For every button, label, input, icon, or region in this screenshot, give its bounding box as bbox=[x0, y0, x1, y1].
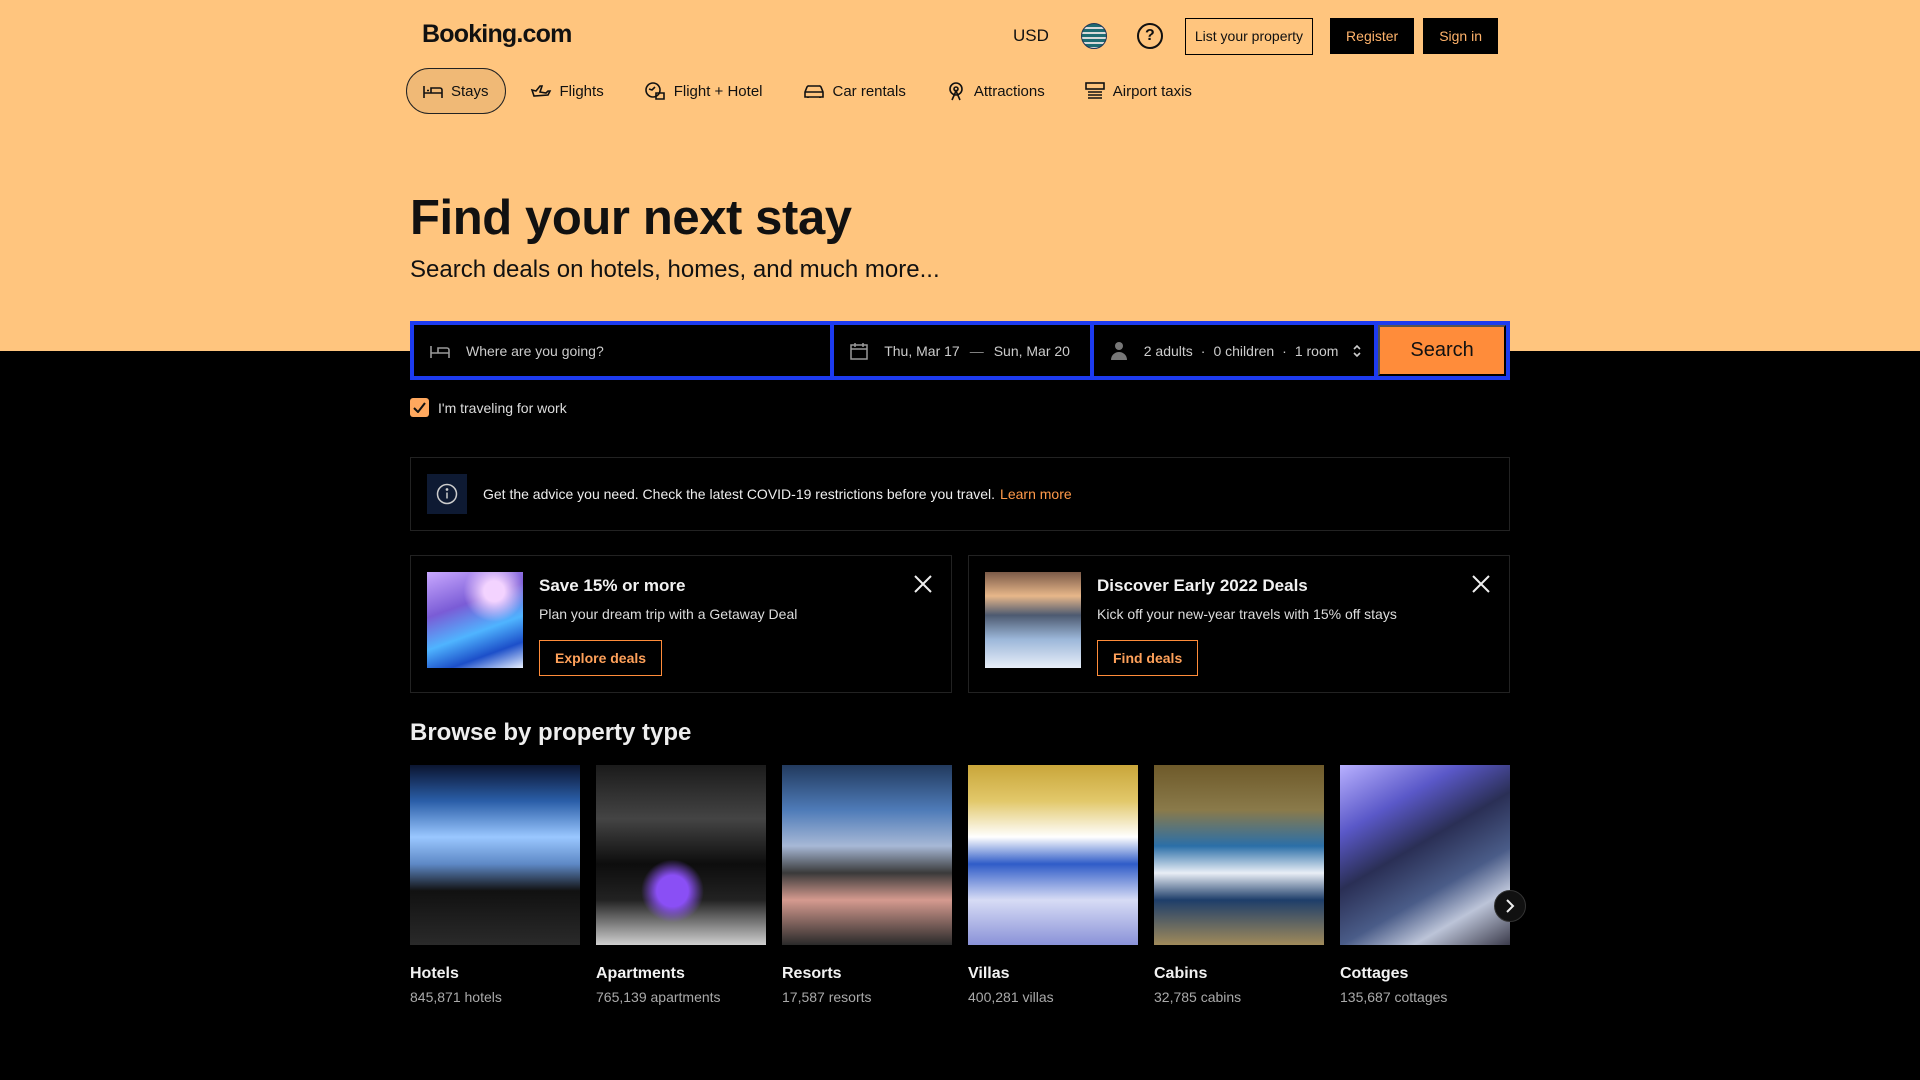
promo-image bbox=[985, 572, 1081, 668]
tab-stays[interactable]: Stays bbox=[406, 68, 506, 114]
property-count: 765,139 apartments bbox=[596, 989, 721, 1005]
property-count: 400,281 villas bbox=[968, 989, 1054, 1005]
car-icon bbox=[803, 85, 824, 98]
promo-title: Discover Early 2022 Deals bbox=[1097, 576, 1308, 595]
help-icon[interactable]: ? bbox=[1136, 23, 1163, 49]
property-name: Resorts bbox=[782, 965, 842, 982]
search-button[interactable]: Search bbox=[1378, 325, 1506, 376]
work-travel-checkbox[interactable] bbox=[410, 398, 429, 417]
register-button[interactable]: Register bbox=[1330, 18, 1415, 54]
property-image bbox=[1340, 765, 1510, 945]
logo[interactable]: Booking.com bbox=[422, 20, 572, 49]
plane-icon bbox=[530, 85, 551, 97]
explore-deals-button[interactable]: Explore deals bbox=[539, 640, 663, 676]
covid-notice: Get the advice you need. Check the lates… bbox=[410, 457, 1510, 531]
bed-icon bbox=[430, 345, 450, 358]
promo-card: Discover Early 2022 Deals Kick off your … bbox=[968, 555, 1510, 693]
header-actions: USD ? List your property Register Sign i… bbox=[1013, 17, 1498, 55]
calendar-icon bbox=[850, 342, 868, 360]
browse-section-title: Browse by property type bbox=[410, 719, 692, 746]
property-name: Villas bbox=[968, 965, 1010, 982]
property-type-card[interactable]: Resorts 17,587 resorts bbox=[782, 765, 952, 1005]
sign-in-button[interactable]: Sign in bbox=[1423, 18, 1498, 54]
property-type-card[interactable]: Cottages 135,687 cottages bbox=[1340, 765, 1510, 1005]
property-count: 845,871 hotels bbox=[410, 989, 502, 1005]
separator: · bbox=[1200, 342, 1206, 359]
property-type-card[interactable]: Apartments 765,139 apartments bbox=[596, 765, 766, 1005]
notice-text: Get the advice you need. Check the lates… bbox=[483, 486, 996, 502]
tab-label: Airport taxis bbox=[1112, 82, 1192, 100]
taxi-icon bbox=[1084, 82, 1105, 99]
chevron-right-icon bbox=[1506, 899, 1515, 913]
property-image bbox=[410, 765, 580, 945]
product-tabs: Stays Flights Flight + Hotel Car rentals… bbox=[406, 68, 1510, 114]
tab-label: Attractions bbox=[973, 82, 1045, 100]
tab-label: Flight + Hotel bbox=[673, 82, 763, 100]
rooms-count: 1 room bbox=[1294, 342, 1339, 359]
date-picker[interactable]: Thu, Mar 17 — Sun, Mar 20 bbox=[834, 325, 1090, 376]
list-property-button[interactable]: List your property bbox=[1184, 17, 1314, 55]
close-icon[interactable] bbox=[913, 574, 933, 594]
date-dash: — bbox=[969, 342, 984, 359]
currency-selector[interactable]: USD bbox=[1013, 26, 1049, 46]
close-icon[interactable] bbox=[1471, 574, 1491, 594]
property-image bbox=[1154, 765, 1324, 945]
bed-icon bbox=[423, 86, 443, 98]
check-in-date[interactable]: Thu, Mar 17 bbox=[884, 343, 959, 359]
person-icon bbox=[1110, 341, 1127, 360]
attractions-icon bbox=[949, 82, 963, 101]
promo-text: Plan your dream trip with a Getaway Deal bbox=[539, 606, 798, 622]
search-bar: Where are you going? Thu, Mar 17 — Sun, … bbox=[410, 321, 1510, 380]
tab-attractions[interactable]: Attractions bbox=[930, 68, 1061, 114]
plane-hotel-icon bbox=[644, 82, 665, 100]
property-image bbox=[782, 765, 952, 945]
property-count: 17,587 resorts bbox=[782, 989, 872, 1005]
tab-car-rentals[interactable]: Car rentals bbox=[787, 68, 922, 114]
promo-image bbox=[427, 572, 523, 668]
page-title: Find your next stay bbox=[410, 191, 852, 245]
destination-field[interactable]: Where are you going? bbox=[414, 325, 831, 376]
destination-input[interactable]: Where are you going? bbox=[466, 343, 604, 359]
tab-airport-taxis[interactable]: Airport taxis bbox=[1069, 68, 1208, 114]
property-name: Cabins bbox=[1154, 965, 1208, 982]
property-type-card[interactable]: Villas 400,281 villas bbox=[968, 765, 1138, 1005]
property-name: Hotels bbox=[410, 965, 459, 982]
guests-selector[interactable]: 2 adults · 0 children · 1 room bbox=[1093, 325, 1375, 376]
property-image bbox=[596, 765, 766, 945]
carousel-next-button[interactable] bbox=[1494, 890, 1526, 922]
tab-label: Car rentals bbox=[832, 82, 906, 100]
property-name: Cottages bbox=[1340, 965, 1409, 982]
property-count: 32,785 cabins bbox=[1154, 989, 1242, 1005]
tab-flights[interactable]: Flights bbox=[514, 68, 620, 114]
promo-text: Kick off your new-year travels with 15% … bbox=[1097, 606, 1397, 622]
find-deals-button[interactable]: Find deals bbox=[1097, 640, 1199, 676]
property-name: Apartments bbox=[596, 965, 685, 982]
property-type-card[interactable]: Cabins 32,785 cabins bbox=[1154, 765, 1324, 1005]
property-image bbox=[968, 765, 1138, 945]
chevron-updown-icon bbox=[1353, 344, 1361, 357]
check-out-date[interactable]: Sun, Mar 20 bbox=[994, 343, 1070, 359]
page-subtitle: Search deals on hotels, homes, and much … bbox=[410, 256, 940, 283]
checkmark-icon bbox=[413, 402, 426, 413]
info-icon bbox=[427, 474, 467, 514]
tab-label: Flights bbox=[559, 82, 604, 100]
tab-flight-hotel[interactable]: Flight + Hotel bbox=[628, 68, 779, 114]
property-type-card[interactable]: Hotels 845,871 hotels bbox=[410, 765, 580, 1005]
promo-title: Save 15% or more bbox=[539, 576, 686, 595]
work-travel-option[interactable]: I'm traveling for work bbox=[410, 398, 567, 417]
children-count: 0 children bbox=[1213, 342, 1275, 359]
adults-count: 2 adults bbox=[1143, 342, 1193, 359]
header: Booking.com USD ? List your property Reg… bbox=[410, 0, 1510, 70]
promo-card: Save 15% or more Plan your dream trip wi… bbox=[410, 555, 952, 693]
tab-label: Stays bbox=[451, 82, 489, 100]
learn-more-link[interactable]: Learn more bbox=[1000, 486, 1072, 502]
work-travel-label: I'm traveling for work bbox=[438, 399, 567, 416]
language-flag-icon[interactable] bbox=[1080, 23, 1107, 49]
property-count: 135,687 cottages bbox=[1340, 989, 1448, 1005]
separator: · bbox=[1282, 342, 1287, 359]
